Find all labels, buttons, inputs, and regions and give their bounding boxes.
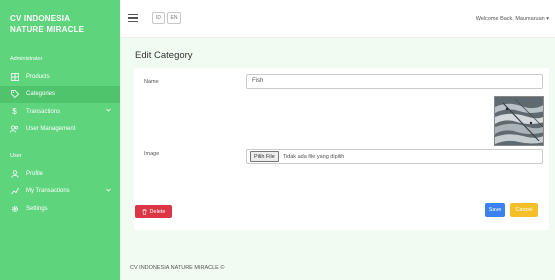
sidebar-item-label: Products <box>26 73 50 80</box>
language-id-button[interactable]: ID <box>152 12 165 24</box>
admin-nav: Products Categories $ Transactions User … <box>0 68 120 138</box>
category-image-preview <box>494 96 544 146</box>
delete-label: Delete <box>149 208 166 215</box>
dollar-icon: $ <box>12 107 17 117</box>
caret-down-icon: ▾ <box>546 16 549 22</box>
sidebar-item-transactions[interactable]: $ Transactions <box>0 103 120 121</box>
brand-line-2: NATURE MIRACLE <box>10 25 85 34</box>
save-button[interactable]: Save <box>485 203 505 217</box>
sidebar-item-label: Settings <box>26 205 48 212</box>
sidebar-item-categories[interactable]: Categories <box>0 85 120 103</box>
trash-icon <box>142 208 147 215</box>
sidebar-item-label: Profile <box>26 170 44 177</box>
gear-icon <box>10 204 19 213</box>
user-menu[interactable]: Welcome Back, Maumaruan ▾ <box>476 16 549 22</box>
image-file-input[interactable]: Pilih File Tidak ada file yang dipilih <box>246 149 543 164</box>
sidebar-item-label: User Management <box>26 126 76 133</box>
sidebar-item-label: Categories <box>26 91 56 98</box>
welcome-text: Welcome Back, Maumaruan <box>475 16 545 22</box>
user-nav: Profile My Transactions Settings <box>0 165 120 218</box>
image-label: Image <box>144 151 160 157</box>
language-en-button[interactable]: EN <box>167 12 181 24</box>
file-status-text: Tidak ada file yang dipilih <box>282 153 345 160</box>
users-icon <box>10 125 19 134</box>
admin-section-heading: Administrator <box>10 56 43 62</box>
choose-file-button[interactable]: Pilih File <box>250 151 279 162</box>
delete-button[interactable]: Delete <box>135 205 172 218</box>
footer-text: CV INDONESIA NATURE MIRACLE © <box>130 265 225 271</box>
name-label: Name <box>144 79 159 85</box>
name-input[interactable]: Fish <box>246 74 543 89</box>
page-title: Edit Category <box>135 50 193 61</box>
user-icon <box>10 169 19 178</box>
brand-line-1: CV INDONESIA <box>10 14 71 23</box>
grid-icon <box>10 72 19 81</box>
sidebar-item-label: Transactions <box>26 108 61 115</box>
topbar: ID EN Welcome Back, Maumaruan ▾ <box>120 0 555 38</box>
chevron-down-icon <box>106 188 111 194</box>
sidebar-item-my-transactions[interactable]: My Transactions <box>0 183 120 201</box>
user-section-heading: User <box>10 153 22 159</box>
brand-logo[interactable]: CV INDONESIA NATURE MIRACLE <box>0 0 120 35</box>
sidebar-item-user-management[interactable]: User Management <box>0 121 120 139</box>
sidebar: CV INDONESIA NATURE MIRACLE Administrato… <box>0 0 120 280</box>
sidebar-item-label: My Transactions <box>26 188 70 195</box>
chevron-down-icon <box>106 108 111 114</box>
sidebar-item-settings[interactable]: Settings <box>0 200 120 218</box>
tags-icon <box>10 90 19 99</box>
cancel-button[interactable]: Cancel <box>510 203 538 217</box>
chart-icon <box>10 187 19 196</box>
main-content: Edit Category Name Fish Image Pilih File… <box>120 38 555 280</box>
sidebar-item-products[interactable]: Products <box>0 68 120 86</box>
sidebar-item-profile[interactable]: Profile <box>0 165 120 183</box>
edit-category-form: Name Fish Image Pilih File Tidak ada fil… <box>134 68 549 230</box>
menu-toggle-icon[interactable] <box>128 14 138 23</box>
